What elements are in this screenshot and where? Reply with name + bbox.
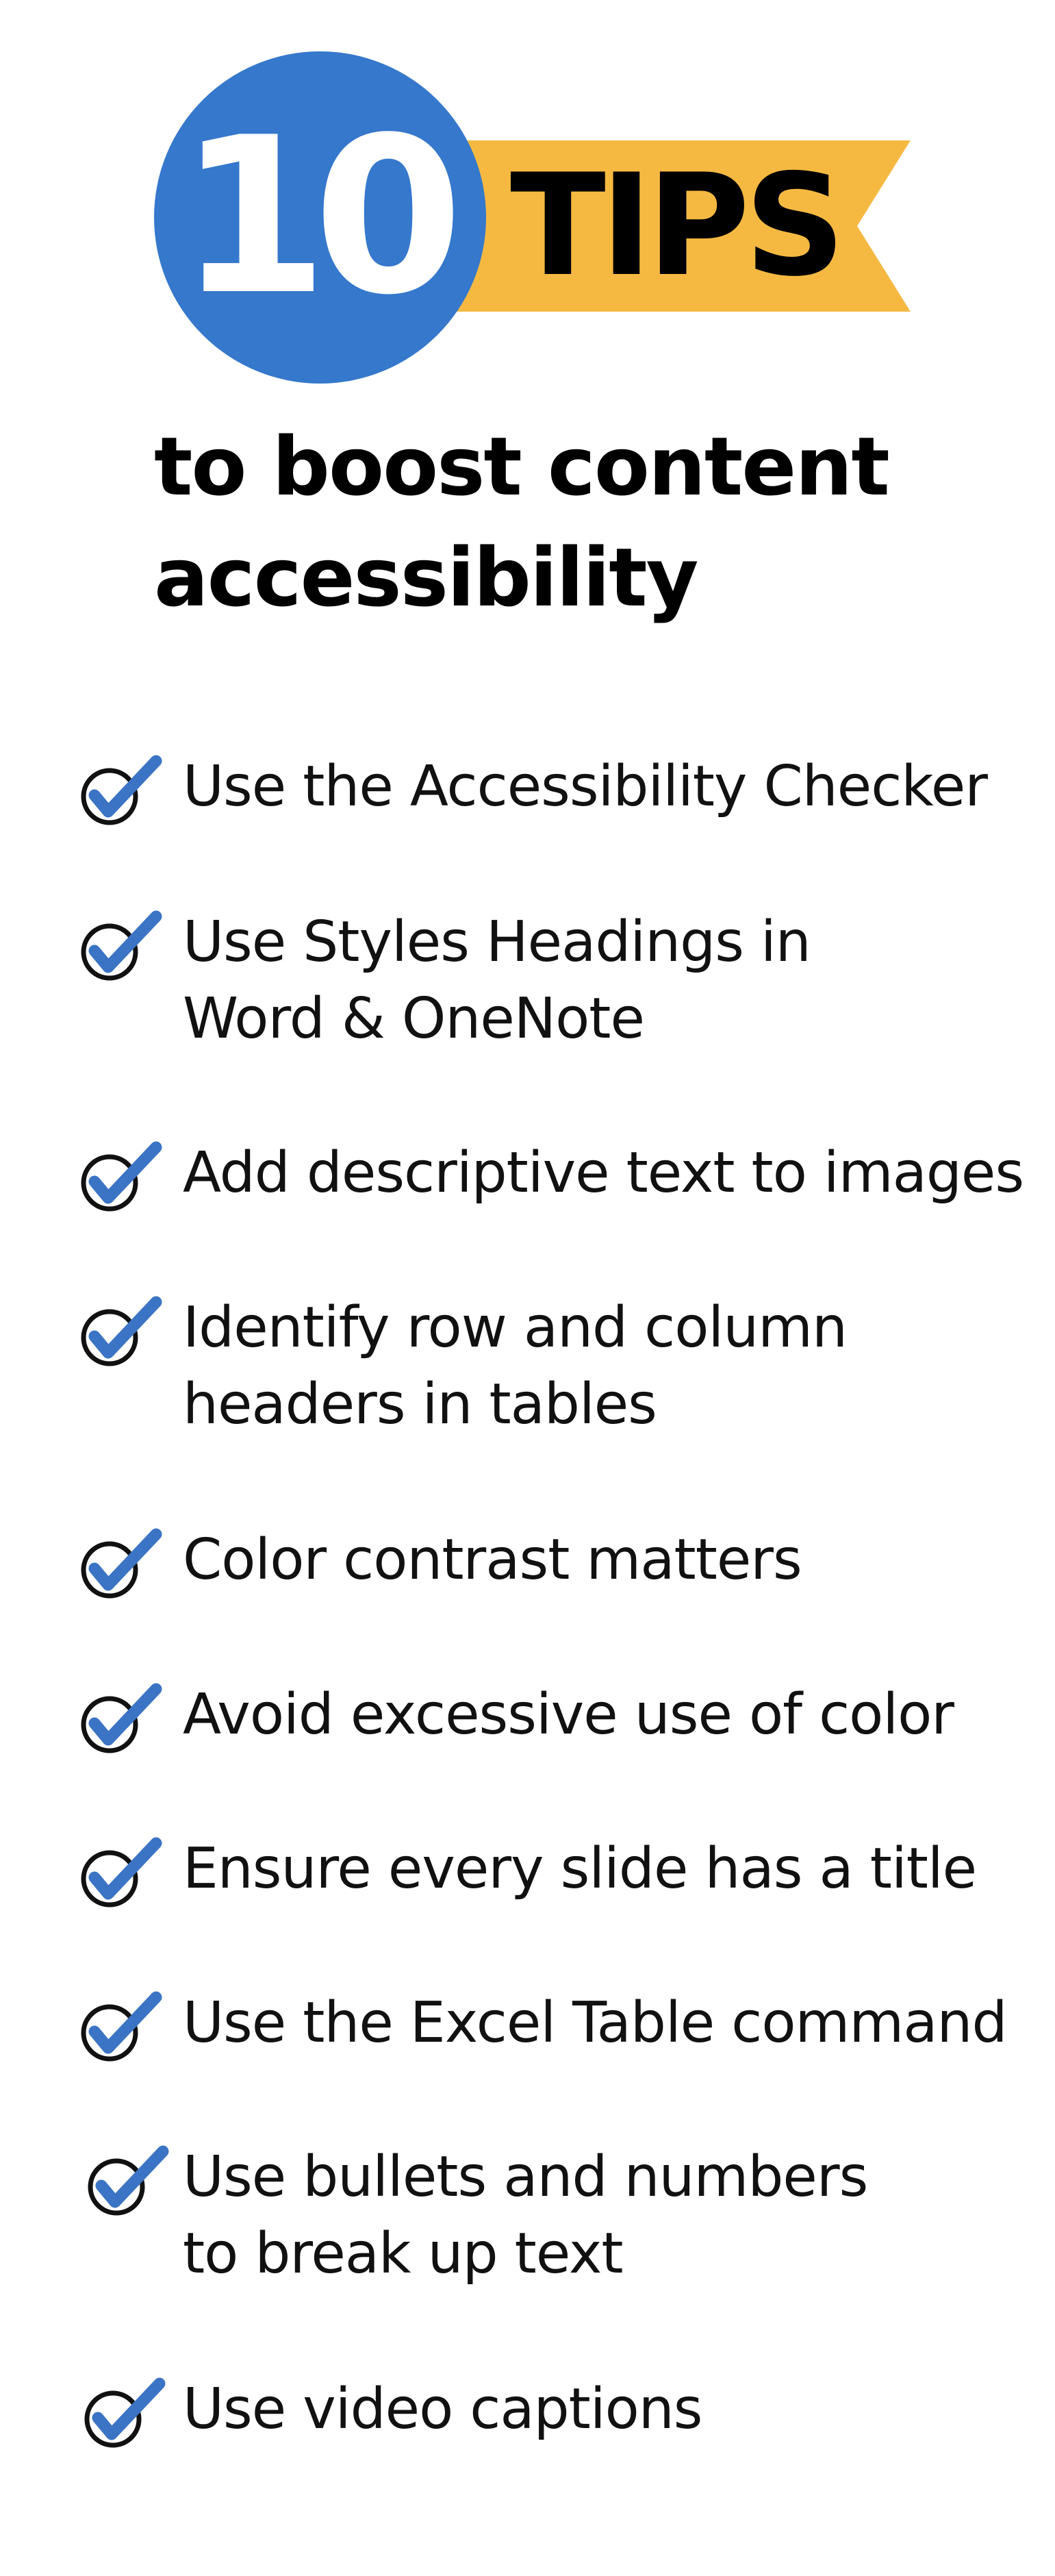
subtitle-line-2: accessibility [154, 530, 699, 625]
checkmark-circle-icon [79, 2371, 168, 2453]
tip-text: Avoid excessive use of color [183, 1677, 1045, 1753]
infographic-page: 10 TIPS to boost content accessibility U… [0, 0, 1055, 2576]
tip-line: Ensure every slide has a title [183, 1836, 977, 1901]
tip-text: Use Styles Headings in Word & OneNote [183, 904, 1045, 1058]
checkmark-circle-icon [75, 749, 164, 831]
checkmark-circle-icon [75, 1290, 164, 1372]
tip-line: Add descriptive text to images [183, 1140, 1024, 1205]
page-subtitle: to boost content accessibility [154, 411, 976, 633]
tip-line: headers in tables [183, 1372, 657, 1437]
checkmark-circle-icon [82, 2139, 171, 2221]
tip-text: Ensure every slide has a title [183, 1831, 1045, 1908]
checkmark-circle-icon [75, 1135, 164, 1217]
tip-line: Use the Excel Table command [183, 1990, 1008, 2055]
tip-text: Use the Excel Table command [183, 1985, 1045, 2062]
tip-text: Use bullets and numbers to break up text [183, 2139, 1045, 2292]
checkmark-circle-icon [75, 1522, 164, 1604]
tip-line: Use bullets and numbers [183, 2144, 868, 2210]
tip-line: to break up text [183, 2221, 624, 2286]
ribbon-label: TIPS [510, 144, 846, 308]
tip-line: Use the Accessibility Checker [183, 754, 988, 819]
subtitle-line-1: to boost content [154, 419, 890, 514]
checkmark-circle-icon [75, 1677, 164, 1759]
tip-text: Color contrast matters [183, 1522, 1045, 1599]
checkmark-circle-icon [75, 1985, 164, 2067]
tip-text: Use video captions [183, 2371, 1045, 2448]
tip-text: Add descriptive text to images [183, 1135, 1045, 1212]
tip-text: Identify row and column headers in table… [183, 1290, 1045, 1443]
tip-line: Use video captions [183, 2377, 702, 2442]
checkmark-circle-icon [75, 1831, 164, 1913]
badge-number: 10 [178, 92, 463, 342]
tip-line: Use Styles Headings in [183, 910, 811, 975]
tip-text: Use the Accessibility Checker [183, 749, 1045, 825]
tip-line: Avoid excessive use of color [183, 1682, 954, 1747]
tip-line: Identify row and column [183, 1295, 848, 1360]
checkmark-circle-icon [75, 904, 164, 986]
tip-line: Word & OneNote [183, 986, 645, 1051]
tip-line: Color contrast matters [183, 1527, 802, 1592]
